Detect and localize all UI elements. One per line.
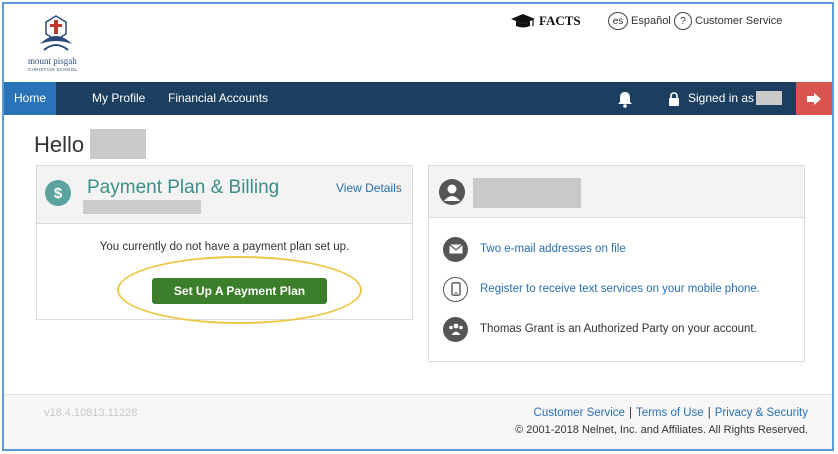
help-icon: ?	[674, 12, 692, 30]
user-icon	[439, 179, 465, 205]
logout-icon	[807, 92, 821, 105]
footer-separator: |	[628, 407, 632, 419]
payment-card-header: $ Payment Plan & Billing View Details	[37, 166, 412, 224]
school-subtitle: CHRISTIAN SCHOOL	[28, 67, 78, 72]
profile-row-authorized: Thomas Grant is an Authorized Party on y…	[443, 316, 757, 342]
payment-card-title: Payment Plan & Billing	[87, 177, 280, 198]
no-plan-message: You currently do not have a payment plan…	[99, 241, 350, 253]
profile-row-email[interactable]: Two e-mail addresses on file	[443, 236, 626, 262]
school-name: mount pisgah	[28, 56, 77, 66]
version-label: v18.4.10813.11228	[44, 407, 138, 419]
view-details-link[interactable]: View Details	[336, 181, 402, 195]
lock-icon	[669, 92, 679, 106]
school-crest-icon	[40, 15, 72, 51]
graduation-cap-icon	[511, 14, 535, 28]
footer-links: Customer Service | Terms of Use | Privacy & …	[534, 407, 808, 419]
nav-home[interactable]: Home	[4, 82, 57, 115]
payment-plan-card: $ Payment Plan & Billing View Details Yo…	[36, 165, 413, 324]
nav-financial-accounts[interactable]: Financial Accounts	[158, 82, 278, 115]
dollar-icon: $	[45, 180, 71, 206]
copyright: © 2001-2018 Nelnet, Inc. and Affiliates.…	[515, 424, 808, 436]
user-name-redacted	[473, 178, 581, 208]
signed-in-username-redacted	[756, 91, 782, 105]
mail-icon	[443, 236, 468, 262]
language-icon: es	[608, 12, 628, 30]
email-addresses-link[interactable]: Two e-mail addresses on file	[480, 243, 626, 255]
school-logo[interactable]: mount pisgah CHRISTIAN SCHOOL	[26, 14, 90, 74]
set-up-payment-plan-button[interactable]: Set Up A Payment Plan	[152, 278, 327, 304]
top-header: mount pisgah CHRISTIAN SCHOOL FACTS es E…	[4, 4, 832, 82]
greeting-name-redacted	[90, 129, 146, 159]
bell-icon[interactable]	[616, 90, 634, 108]
footer: v18.4.10813.11228 Customer Service | Terms…	[4, 394, 832, 449]
nav-my-profile[interactable]: My Profile	[82, 82, 155, 115]
greeting: Hello	[34, 132, 85, 157]
profile-card-header	[429, 166, 804, 218]
facts-logo[interactable]: FACTS	[510, 11, 581, 31]
footer-separator: |	[707, 407, 711, 419]
mobile-phone-icon	[443, 276, 468, 302]
espanol-label: Español	[631, 15, 671, 27]
customer-service-link[interactable]: ? Customer Service	[674, 12, 782, 30]
account-id-redacted	[83, 200, 201, 214]
authorized-party-text: Thomas Grant is an Authorized Party on y…	[480, 323, 757, 335]
text-services-link[interactable]: Register to receive text services on you…	[480, 283, 760, 295]
customer-service-label: Customer Service	[695, 15, 783, 27]
signed-in-label: Signed in as	[688, 91, 755, 105]
facts-wordmark: FACTS	[539, 13, 581, 28]
group-icon	[443, 316, 468, 342]
browser-frame: mount pisgah CHRISTIAN SCHOOL FACTS es E…	[2, 2, 834, 451]
footer-privacy-link[interactable]: Privacy & Security	[715, 407, 808, 419]
profile-card: Two e-mail addresses on file Register to…	[428, 165, 805, 362]
footer-customer-service-link[interactable]: Customer Service	[534, 407, 625, 419]
footer-terms-link[interactable]: Terms of Use	[636, 407, 704, 419]
logout-button[interactable]	[796, 82, 832, 115]
espanol-link[interactable]: es Español	[608, 12, 671, 30]
main-nav: Home My Profile Financial Accounts Signe…	[4, 82, 832, 115]
profile-row-mobile[interactable]: Register to receive text services on you…	[443, 276, 760, 302]
